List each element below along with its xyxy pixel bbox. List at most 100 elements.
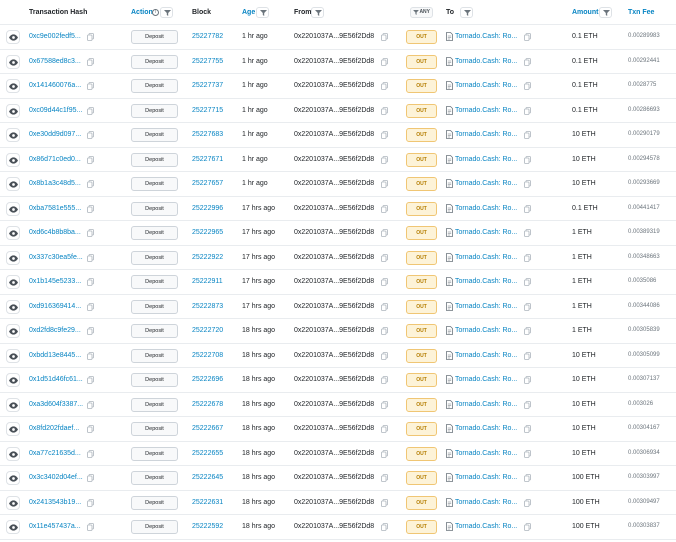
block-link[interactable]: 25227671 bbox=[192, 156, 223, 163]
block-link[interactable]: 25222631 bbox=[192, 499, 223, 506]
from-address[interactable]: 0x2201037A...9E56f2Dd8 bbox=[294, 474, 374, 481]
eye-icon[interactable] bbox=[6, 520, 20, 534]
eye-icon[interactable] bbox=[6, 275, 20, 289]
from-address[interactable]: 0x2201037A...9E56f2Dd8 bbox=[294, 450, 374, 457]
block-link[interactable]: 25227683 bbox=[192, 131, 223, 138]
copy-icon[interactable] bbox=[524, 204, 531, 213]
block-link[interactable]: 25222667 bbox=[192, 425, 223, 432]
copy-icon[interactable] bbox=[524, 376, 531, 384]
tx-hash-link[interactable]: 0xa77c21635d... bbox=[29, 450, 81, 457]
block-link[interactable]: 25227657 bbox=[192, 180, 223, 187]
copy-icon[interactable] bbox=[87, 229, 94, 237]
column-txn-fee[interactable]: Txn Fee bbox=[628, 9, 654, 16]
to-address[interactable]: Tornado.Cash: Ro... bbox=[455, 33, 517, 40]
tx-hash-link[interactable]: 0xd6c4b8b8ba... bbox=[29, 229, 81, 236]
to-address[interactable]: Tornado.Cash: Ro... bbox=[455, 303, 517, 310]
copy-icon[interactable] bbox=[381, 327, 388, 335]
copy-icon[interactable] bbox=[524, 253, 531, 262]
copy-icon[interactable] bbox=[87, 327, 94, 335]
from-address[interactable]: 0x2201037A...9E56f2Dd8 bbox=[294, 180, 374, 187]
copy-icon[interactable] bbox=[381, 253, 388, 262]
copy-icon[interactable] bbox=[381, 131, 388, 139]
to-address[interactable]: Tornado.Cash: Ro... bbox=[455, 58, 517, 65]
from-address[interactable]: 0x2201037A...9E56f2Dd8 bbox=[294, 156, 374, 163]
copy-icon[interactable] bbox=[381, 449, 388, 458]
eye-icon[interactable] bbox=[6, 324, 20, 338]
block-link[interactable]: 25227782 bbox=[192, 33, 223, 40]
copy-icon[interactable] bbox=[381, 155, 388, 164]
copy-icon[interactable] bbox=[381, 57, 388, 66]
to-address[interactable]: Tornado.Cash: Ro... bbox=[455, 401, 517, 408]
copy-icon[interactable] bbox=[381, 400, 388, 409]
from-address[interactable]: 0x2201037A...9E56f2Dd8 bbox=[294, 278, 374, 285]
from-address[interactable]: 0x2201037A...9E56f2Dd8 bbox=[294, 499, 374, 506]
copy-icon[interactable] bbox=[524, 302, 531, 311]
tx-hash-link[interactable]: 0x1b145e5233... bbox=[29, 278, 81, 285]
copy-icon[interactable] bbox=[524, 180, 531, 188]
copy-icon[interactable] bbox=[381, 351, 388, 360]
copy-icon[interactable] bbox=[381, 33, 388, 41]
copy-icon[interactable] bbox=[87, 278, 94, 286]
to-address[interactable]: Tornado.Cash: Ro... bbox=[455, 229, 517, 236]
tx-hash-link[interactable]: 0xe30dd9d097... bbox=[29, 131, 81, 138]
copy-icon[interactable] bbox=[524, 523, 531, 531]
from-address[interactable]: 0x2201037A...9E56f2Dd8 bbox=[294, 523, 374, 530]
from-address[interactable]: 0x2201037A...9E56f2Dd8 bbox=[294, 58, 374, 65]
copy-icon[interactable] bbox=[524, 351, 531, 360]
from-address[interactable]: 0x2201037A...9E56f2Dd8 bbox=[294, 401, 374, 408]
copy-icon[interactable] bbox=[524, 106, 531, 115]
eye-icon[interactable] bbox=[6, 103, 20, 118]
column-age[interactable]: Age bbox=[242, 9, 255, 16]
copy-icon[interactable] bbox=[524, 82, 531, 90]
column-action[interactable]: Action bbox=[131, 9, 153, 16]
info-icon[interactable]: i bbox=[152, 9, 159, 16]
copy-icon[interactable] bbox=[524, 327, 531, 335]
tx-hash-link[interactable]: 0x8b1a3c48d5... bbox=[29, 180, 81, 187]
to-address[interactable]: Tornado.Cash: Ro... bbox=[455, 131, 517, 138]
to-address[interactable]: Tornado.Cash: Ro... bbox=[455, 278, 517, 285]
to-address[interactable]: Tornado.Cash: Ro... bbox=[455, 254, 517, 261]
copy-icon[interactable] bbox=[524, 449, 531, 458]
copy-icon[interactable] bbox=[381, 229, 388, 237]
copy-icon[interactable] bbox=[524, 155, 531, 164]
copy-icon[interactable] bbox=[87, 523, 94, 531]
tx-hash-link[interactable]: 0xba7581e555... bbox=[29, 205, 81, 212]
amount-filter-icon[interactable] bbox=[599, 7, 612, 18]
eye-icon[interactable] bbox=[6, 495, 20, 510]
eye-icon[interactable] bbox=[6, 54, 20, 69]
eye-icon[interactable] bbox=[6, 201, 20, 216]
eye-icon[interactable] bbox=[6, 152, 20, 167]
tx-hash-link[interactable]: 0x141460076a... bbox=[29, 82, 81, 89]
to-address[interactable]: Tornado.Cash: Ro... bbox=[455, 474, 517, 481]
copy-icon[interactable] bbox=[524, 400, 531, 409]
eye-icon[interactable] bbox=[6, 397, 20, 412]
tx-hash-link[interactable]: 0xa3d604f3387... bbox=[29, 401, 83, 408]
block-link[interactable]: 25222720 bbox=[192, 327, 223, 334]
from-address[interactable]: 0x2201037A...9E56f2Dd8 bbox=[294, 205, 374, 212]
copy-icon[interactable] bbox=[87, 425, 94, 433]
copy-icon[interactable] bbox=[524, 498, 531, 507]
tx-hash-link[interactable]: 0xd916369414... bbox=[29, 303, 81, 310]
block-link[interactable]: 25222965 bbox=[192, 229, 223, 236]
from-address[interactable]: 0x2201037A...9E56f2Dd8 bbox=[294, 82, 374, 89]
copy-icon[interactable] bbox=[87, 498, 94, 507]
block-link[interactable]: 25222678 bbox=[192, 401, 223, 408]
block-link[interactable]: 25222911 bbox=[192, 278, 223, 285]
copy-icon[interactable] bbox=[87, 449, 94, 458]
copy-icon[interactable] bbox=[87, 106, 94, 115]
tx-hash-link[interactable]: 0x11e457437a... bbox=[29, 523, 81, 530]
from-address[interactable]: 0x2201037A...9E56f2Dd8 bbox=[294, 303, 374, 310]
tx-hash-link[interactable]: 0x67588ed8c3... bbox=[29, 58, 81, 65]
copy-icon[interactable] bbox=[87, 180, 94, 188]
copy-icon[interactable] bbox=[524, 425, 531, 433]
copy-icon[interactable] bbox=[381, 82, 388, 90]
block-link[interactable]: 25227755 bbox=[192, 58, 223, 65]
copy-icon[interactable] bbox=[87, 82, 94, 90]
tx-hash-link[interactable]: 0xbdd13e8445... bbox=[29, 352, 81, 359]
from-address[interactable]: 0x2201037A...9E56f2Dd8 bbox=[294, 254, 374, 261]
block-link[interactable]: 25222996 bbox=[192, 205, 223, 212]
from-address[interactable]: 0x2201037A...9E56f2Dd8 bbox=[294, 33, 374, 40]
from-filter-icon[interactable] bbox=[311, 7, 324, 18]
to-filter-icon[interactable] bbox=[460, 7, 473, 18]
eye-icon[interactable] bbox=[6, 250, 20, 265]
